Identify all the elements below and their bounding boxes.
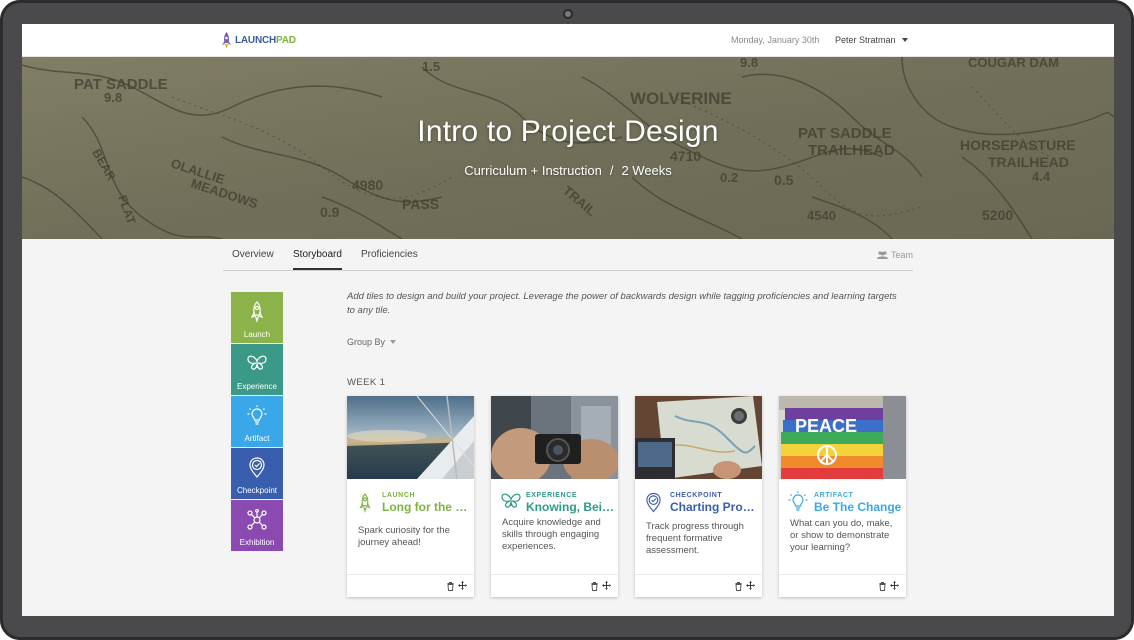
tile-type-label: CHECKPOINT (670, 492, 723, 499)
palette-tile-label: Exhibition (239, 538, 275, 547)
launchpad-logo[interactable]: LAUNCHPAD (221, 32, 296, 49)
palette-tile-exhibition[interactable]: Exhibition (231, 500, 283, 551)
peace-flag-photo: PEACE (779, 396, 906, 479)
tile-footer (635, 574, 762, 597)
trash-icon[interactable] (735, 582, 742, 591)
week-heading: WEEK 1 (347, 377, 386, 388)
trash-icon[interactable] (879, 582, 886, 591)
tile-title[interactable]: Charting Prog… (670, 500, 758, 514)
move-icon[interactable] (602, 581, 611, 590)
project-tabs: Overview Storyboard Proficiencies Team (223, 239, 913, 271)
team-icon (876, 251, 888, 259)
palette-tile-checkpoint[interactable]: Checkpoint (231, 448, 283, 499)
tab-storyboard[interactable]: Storyboard (293, 249, 342, 270)
user-menu[interactable]: Peter Stratman (835, 35, 908, 45)
network-icon (247, 509, 267, 530)
app-screen: LAUNCHPAD Monday, January 30th Peter Str… (22, 24, 1114, 616)
tile-card-experience[interactable]: EXPERIENCE Knowing, Bei… Acquire knowled… (491, 396, 618, 597)
device-frame: LAUNCHPAD Monday, January 30th Peter Str… (0, 0, 1134, 640)
tile-description: Spark curiosity for the journey ahead! (358, 525, 450, 548)
palette-tile-label: Experience (236, 382, 278, 391)
logo-wordmark: LAUNCHPAD (235, 35, 296, 46)
move-icon[interactable] (890, 581, 899, 590)
user-name: Peter Stratman (835, 35, 896, 45)
tile-type-label: LAUNCH (382, 492, 416, 499)
palette-tile-label: Artifact (244, 434, 270, 443)
butterfly-icon (501, 493, 521, 508)
tile-description: What can you do, make, or show to demons… (790, 518, 893, 553)
rocket-logo-icon (222, 32, 231, 49)
chevron-down-icon (390, 340, 397, 344)
tile-footer (347, 574, 474, 597)
map-laptop-photo (635, 396, 762, 479)
tile-title[interactable]: Knowing, Bei… (526, 500, 614, 514)
sailboat-photo (347, 396, 474, 479)
palette-tile-experience[interactable]: Experience (231, 344, 283, 395)
palette-tile-artifact[interactable]: Artifact (231, 396, 283, 447)
tile-type-label: ARTIFACT (814, 492, 854, 499)
project-duration: 2 Weeks (621, 163, 672, 178)
tab-proficiencies[interactable]: Proficiencies (361, 249, 418, 268)
move-icon[interactable] (458, 581, 467, 590)
checkpoint-icon (646, 492, 661, 513)
storyboard-intro: Add tiles to design and build your proje… (347, 291, 897, 316)
group-by-label: Group By (347, 337, 386, 347)
lightbulb-icon (247, 405, 267, 425)
camera-icon (563, 9, 573, 19)
palette-tile-launch[interactable]: Launch (231, 292, 283, 343)
tile-card-checkpoint[interactable]: CHECKPOINT Charting Prog… Track progress… (635, 396, 762, 597)
current-date: Monday, January 30th (731, 35, 820, 45)
lightbulb-icon (788, 491, 808, 511)
checkpoint-icon (249, 457, 265, 478)
tab-overview[interactable]: Overview (232, 249, 274, 268)
project-title: Intro to Project Design (417, 115, 719, 148)
team-button[interactable]: Team (876, 250, 913, 260)
tile-palette: Launch Experience Artifact Checkpoint Ex… (231, 292, 283, 552)
subtitle-separator: / (609, 163, 614, 178)
tile-footer (491, 574, 618, 597)
svg-text:PEACE: PEACE (795, 416, 857, 436)
move-icon[interactable] (746, 581, 755, 590)
project-subtitle: Curriculum + Instruction / 2 Weeks (22, 163, 1114, 178)
tile-title[interactable]: Be The Change (814, 500, 902, 514)
tile-description: Track progress through frequent formativ… (646, 521, 744, 556)
tile-description: Acquire knowledge and skills through eng… (502, 517, 601, 552)
rocket-icon (250, 301, 264, 323)
top-navbar: LAUNCHPAD Monday, January 30th Peter Str… (22, 24, 1114, 57)
project-category: Curriculum + Instruction (464, 163, 602, 178)
logo-prefix: LAUNCH (235, 35, 277, 46)
tile-card-artifact[interactable]: PEACE ARTIFACT Be The Change What can yo… (779, 396, 906, 597)
hero-banner: PAT SADDLE 9.8 OLALLIE MEADOWS BEAR FLAT… (22, 57, 1114, 239)
rocket-icon (359, 493, 371, 513)
palette-tile-label: Launch (243, 330, 271, 339)
palette-tile-label: Checkpoint (236, 486, 278, 495)
tile-type-label: EXPERIENCE (526, 492, 578, 499)
trash-icon[interactable] (591, 582, 598, 591)
tile-title[interactable]: Long for the S… (382, 500, 470, 514)
camera-photo (491, 396, 618, 479)
tile-card-launch[interactable]: LAUNCH Long for the S… Spark curiosity f… (347, 396, 474, 597)
trash-icon[interactable] (447, 582, 454, 591)
butterfly-icon (247, 355, 267, 370)
logo-suffix: PAD (276, 35, 296, 46)
group-by-dropdown[interactable]: Group By (347, 337, 397, 347)
team-label: Team (890, 250, 913, 260)
tile-footer (779, 574, 906, 597)
chevron-down-icon (901, 38, 908, 42)
